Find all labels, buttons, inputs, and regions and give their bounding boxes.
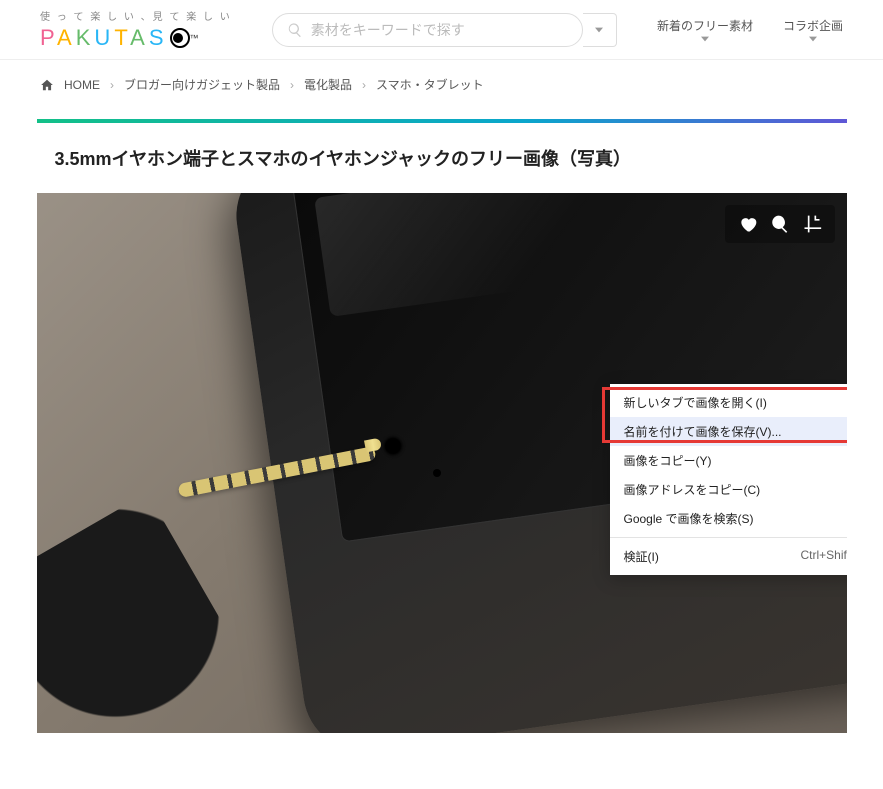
content: 3.5mmイヤホン端子とスマホのイヤホンジャックのフリー画像（写真） 新しいタブ… — [37, 119, 847, 733]
chevron-down-icon — [701, 36, 709, 42]
search-dropdown-button[interactable] — [583, 13, 617, 47]
logo-eye-icon — [170, 28, 190, 48]
ctx-inspect[interactable]: 検証(I) Ctrl+Shift+I — [610, 542, 847, 571]
ctx-save-as[interactable]: 名前を付けて画像を保存(V)... — [610, 417, 847, 446]
zoom-button[interactable] — [769, 213, 791, 235]
breadcrumb-cat2[interactable]: 電化製品 — [304, 76, 352, 93]
search-wrap — [272, 13, 617, 47]
logo: PAKUTAS ™ — [40, 25, 232, 51]
breadcrumb-home[interactable]: HOME — [64, 78, 100, 92]
ctx-label: 画像をコピー(Y) — [624, 452, 712, 469]
tagline: 使 っ て 楽 し い 、見 て 楽 し い — [40, 8, 232, 23]
logo-block[interactable]: 使 っ て 楽 し い 、見 て 楽 し い PAKUTAS ™ — [40, 8, 232, 51]
ctx-open-new-tab[interactable]: 新しいタブで画像を開く(I) — [610, 388, 847, 417]
ctx-label: 名前を付けて画像を保存(V)... — [624, 423, 782, 440]
top-nav: 新着のフリー素材 コラボ企画 — [657, 17, 843, 42]
breadcrumb-sep: › — [362, 78, 366, 92]
trademark: ™ — [190, 33, 199, 43]
search-box[interactable] — [272, 13, 583, 47]
crop-button[interactable] — [801, 213, 823, 235]
chevron-down-icon — [809, 36, 817, 42]
nav-new-assets[interactable]: 新着のフリー素材 — [657, 17, 753, 42]
breadcrumb-sep: › — [290, 78, 294, 92]
ctx-copy-image[interactable]: 画像をコピー(Y) — [610, 446, 847, 475]
nav-label: コラボ企画 — [783, 17, 843, 34]
ctx-copy-address[interactable]: 画像アドレスをコピー(C) — [610, 475, 847, 504]
ctx-label: 画像アドレスをコピー(C) — [624, 481, 761, 498]
breadcrumb-cat3[interactable]: スマホ・タブレット — [376, 76, 484, 93]
site-header: 使 っ て 楽 し い 、見 て 楽 し い PAKUTAS ™ 新着のフリー素… — [0, 0, 883, 60]
headphone-jack — [380, 433, 406, 459]
ctx-label: 新しいタブで画像を開く(I) — [624, 394, 767, 411]
nav-label: 新着のフリー素材 — [657, 17, 753, 34]
main-image[interactable]: 新しいタブで画像を開く(I) 名前を付けて画像を保存(V)... 画像をコピー(… — [37, 193, 847, 733]
breadcrumb-sep: › — [110, 78, 114, 92]
ctx-label: 検証(I) — [624, 548, 659, 565]
ctx-shortcut: Ctrl+Shift+I — [800, 548, 846, 565]
context-menu: 新しいタブで画像を開く(I) 名前を付けて画像を保存(V)... 画像をコピー(… — [610, 384, 847, 575]
nav-collab[interactable]: コラボ企画 — [783, 17, 843, 42]
image-action-bar — [725, 205, 835, 243]
port-dot — [433, 469, 441, 477]
favorite-button[interactable] — [737, 213, 759, 235]
heart-icon — [738, 214, 758, 234]
chevron-down-icon — [595, 26, 603, 34]
breadcrumb-cat1[interactable]: ブロガー向けガジェット製品 — [124, 76, 280, 93]
breadcrumb: HOME › ブロガー向けガジェット製品 › 電化製品 › スマホ・タブレット — [0, 60, 883, 109]
home-icon — [40, 78, 54, 92]
ctx-google-search[interactable]: Google で画像を検索(S) — [610, 504, 847, 533]
crop-icon — [802, 214, 822, 234]
page-title: 3.5mmイヤホン端子とスマホのイヤホンジャックのフリー画像（写真） — [37, 123, 847, 193]
search-icon — [287, 22, 303, 38]
search-input[interactable] — [311, 22, 568, 38]
ctx-label: Google で画像を検索(S) — [624, 510, 754, 527]
cable — [37, 493, 257, 733]
logo-text: PAKUTAS — [40, 25, 168, 51]
zoom-in-icon — [770, 214, 790, 234]
ctx-separator — [610, 537, 847, 538]
